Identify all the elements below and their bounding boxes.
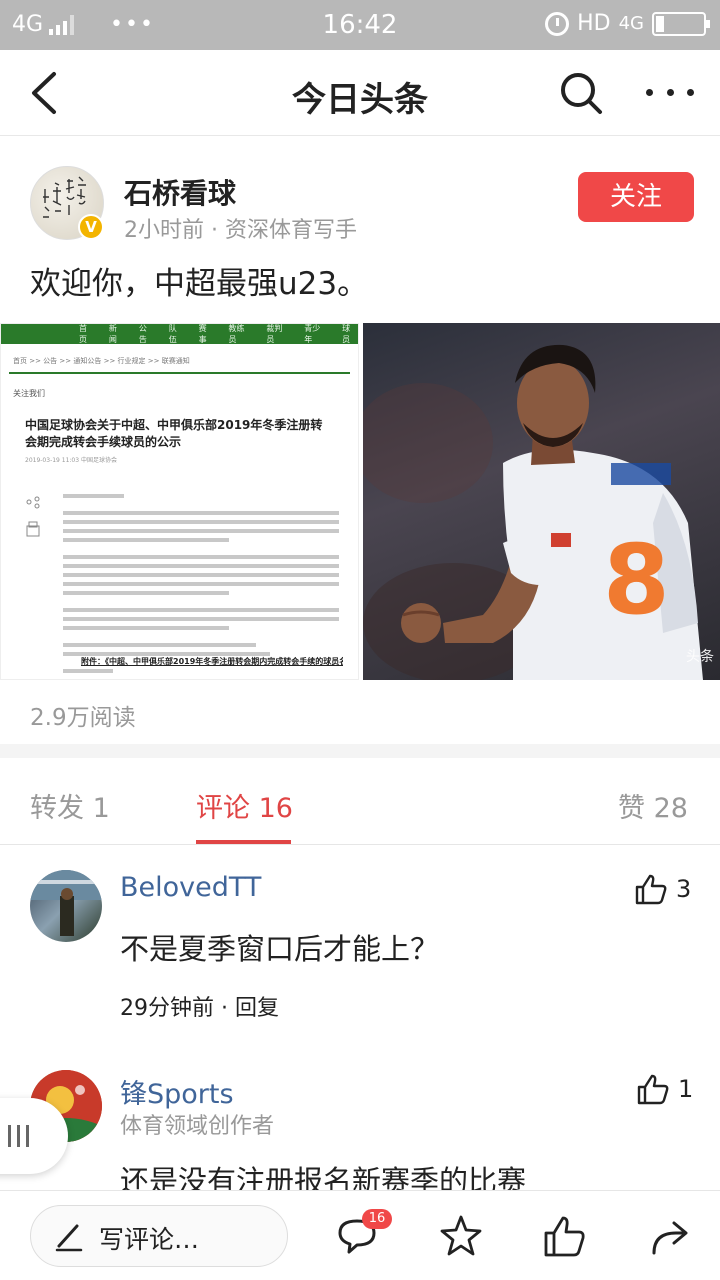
author-name[interactable]: 石桥看球 <box>124 172 236 212</box>
comment-count-badge: 16 <box>362 1209 392 1229</box>
doc-nav: 首页 新闻 公告 队伍 赛事 教练员 裁判员 青少年 球员 <box>1 324 358 344</box>
app-title: 今日头条 <box>292 80 428 120</box>
floating-menu-handle[interactable] <box>0 1098 68 1174</box>
tabs-divider <box>0 844 720 845</box>
thumbs-up-icon <box>635 874 667 905</box>
tab-likes[interactable]: 赞 28 <box>618 786 688 825</box>
tab-repost[interactable]: 转发 1 <box>30 786 110 825</box>
more-options-icon[interactable] <box>646 74 694 110</box>
doc-share-print-icons <box>26 496 40 537</box>
document-image[interactable]: 首页 新闻 公告 队伍 赛事 教练员 裁判员 青少年 球员 首页 >> 公告 >… <box>0 323 359 680</box>
network-type-right: 4G <box>618 13 644 34</box>
nav-bar: 今日头条 <box>0 50 720 136</box>
doc-breadcrumb: 首页 >> 公告 >> 通知公告 >> 行业规定 >> 联赛通知 <box>13 357 190 365</box>
doc-date: 2019-03-19 11:03 中国足球协会 <box>25 457 117 464</box>
status-bar: 4G ••• 16:42 HD 4G <box>0 0 720 50</box>
verified-badge: V <box>78 214 104 240</box>
comment-placeholder: 写评论… <box>99 1225 200 1254</box>
read-count: 2.9万阅读 <box>30 705 136 731</box>
comment-like-button[interactable]: 1 <box>636 1072 693 1106</box>
hd-indicator: HD <box>577 11 611 36</box>
watermark: 头条 <box>686 649 714 665</box>
section-divider <box>0 744 720 758</box>
star-favorite-icon[interactable] <box>438 1213 484 1259</box>
doc-body-text <box>63 494 339 678</box>
follow-button[interactable]: 关注 <box>578 172 694 222</box>
commenter-avatar[interactable] <box>30 870 102 942</box>
jersey-number: 8 <box>603 524 670 636</box>
tab-comments[interactable]: 评论 16 <box>196 786 293 825</box>
author-meta: 2小时前 · 资深体育写手 <box>124 218 357 243</box>
commenter-title: 体育领域创作者 <box>120 1114 275 1139</box>
pen-icon <box>55 1224 83 1252</box>
alarm-icon <box>545 11 570 36</box>
comment-text: 不是夏季窗口后才能上？ <box>120 932 440 966</box>
share-icon[interactable] <box>648 1213 694 1259</box>
commenter-name[interactable]: 锋Sports <box>120 1072 234 1111</box>
post-text: 欢迎你，中超最强u23。 <box>30 266 369 302</box>
thumbs-up-icon <box>637 1074 669 1105</box>
comment-like-count: 1 <box>678 1075 694 1103</box>
player-photo[interactable]: 8 头条 <box>363 323 720 680</box>
comment-like-button[interactable]: 3 <box>634 872 691 906</box>
commenter-name[interactable]: BelovedTT <box>120 872 261 903</box>
player-illustration: 8 <box>363 344 703 680</box>
doc-title: 中国足球协会关于中超、中甲俱乐部2019年冬季注册转会期完成转会手续球员的公示 <box>25 418 323 449</box>
write-comment-input[interactable]: 写评论… <box>30 1205 288 1267</box>
comment-like-count: 3 <box>676 875 692 903</box>
doc-share-label: 关注我们 <box>13 389 45 398</box>
bottom-action-bar: 写评论… 16 <box>0 1190 720 1280</box>
thumbs-up-icon[interactable] <box>542 1213 588 1259</box>
comment-time-reply[interactable]: 29分钟前 · 回复 <box>120 990 279 1022</box>
search-icon[interactable] <box>558 70 604 116</box>
doc-annex-link: 附件：《中超、中甲俱乐部2019年冬季注册转会期内完成转会手续的球员名单》 <box>81 657 343 666</box>
battery-icon <box>652 11 710 36</box>
